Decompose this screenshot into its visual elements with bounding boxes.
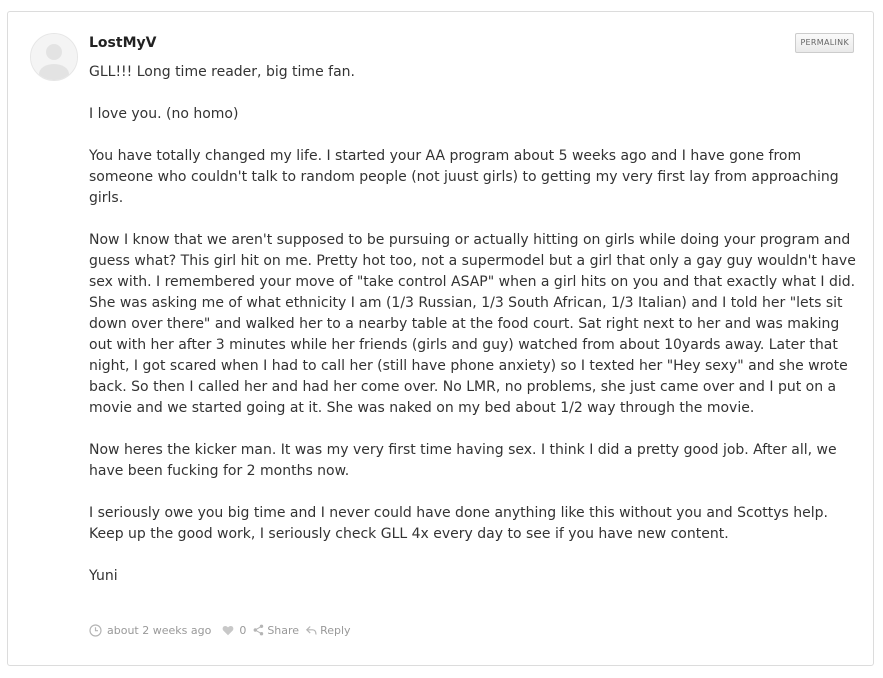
- clock-icon: [89, 623, 102, 637]
- permalink-button[interactable]: PERMALINK: [795, 33, 854, 53]
- heart-icon: [222, 625, 234, 635]
- reply-label: Reply: [320, 623, 351, 637]
- share-label: Share: [267, 623, 300, 637]
- reply-icon: [306, 625, 317, 635]
- timestamp-link[interactable]: about 2 weeks ago: [89, 624, 211, 637]
- comment-paragraph: I seriously owe you big time and I never…: [89, 505, 829, 542]
- share-icon: [253, 624, 264, 636]
- like-button[interactable]: 0: [222, 624, 246, 637]
- comment-card: LostMyV PERMALINK GLL!!! Long time reade…: [7, 11, 874, 666]
- comment-paragraph: I love you. (no homo): [89, 106, 239, 122]
- like-count: 0: [239, 623, 247, 637]
- comment-meta: about 2 weeks ago 0 Share Reply: [89, 622, 351, 638]
- comment-paragraph: You have totally changed my life. I star…: [89, 148, 839, 206]
- comment-paragraph: GLL!!! Long time reader, big time fan.: [89, 64, 355, 80]
- avatar[interactable]: [30, 33, 78, 81]
- comment-paragraph: Now I know that we aren't supposed to be…: [89, 232, 856, 416]
- timestamp: about 2 weeks ago: [107, 623, 212, 637]
- reply-button[interactable]: Reply: [306, 623, 351, 637]
- default-avatar-icon: [31, 34, 77, 80]
- comment-body: GLL!!! Long time reader, big time fan. I…: [89, 62, 861, 587]
- share-button[interactable]: Share: [253, 624, 299, 637]
- comment-signature: Yuni: [89, 568, 118, 584]
- comment-paragraph: Now heres the kicker man. It was my very…: [89, 442, 837, 479]
- author-name[interactable]: LostMyV: [89, 33, 156, 53]
